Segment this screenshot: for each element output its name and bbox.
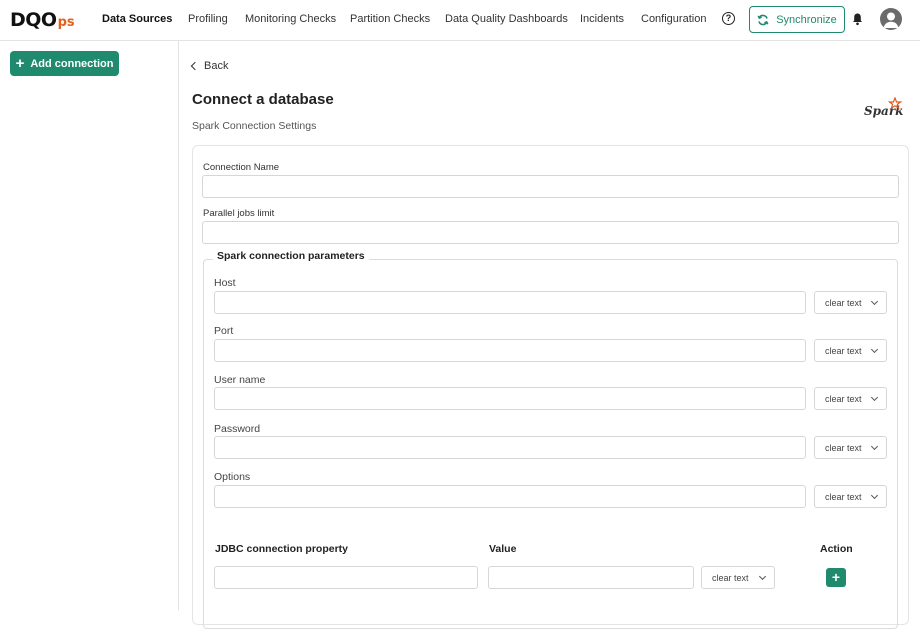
spark-logo-icon: Spark <box>864 97 903 118</box>
plus-icon: + <box>15 55 25 72</box>
port-mode-select[interactable]: clear text <box>814 339 887 362</box>
host-label: Host <box>214 277 236 289</box>
password-mode-select[interactable]: clear text <box>814 436 887 459</box>
chevron-down-icon <box>870 345 879 354</box>
add-connection-button[interactable]: + Add connection <box>10 51 119 76</box>
port-input[interactable] <box>214 339 806 362</box>
dqops-logo[interactable]: DQO ps <box>10 9 75 31</box>
sidebar: + Add connection <box>0 41 179 610</box>
chevron-down-icon <box>758 572 767 581</box>
nav-incidents[interactable]: Incidents <box>580 13 624 25</box>
connection-name-input[interactable] <box>202 175 899 198</box>
help-icon[interactable]: ? <box>722 12 735 25</box>
nav-data-sources[interactable]: Data Sources <box>102 13 172 25</box>
chevron-down-icon <box>870 442 879 451</box>
nav-data-quality-dashboards[interactable]: Data Quality Dashboards <box>445 13 568 25</box>
jdbc-property-header: JDBC connection property <box>215 543 349 555</box>
add-connection-label: Add connection <box>30 57 114 70</box>
jdbc-property-input[interactable] <box>214 566 478 589</box>
password-mode-value: clear text <box>825 442 862 453</box>
options-input[interactable] <box>214 485 806 508</box>
back-label: Back <box>204 60 229 72</box>
port-label: Port <box>214 325 234 337</box>
port-mode-value: clear text <box>825 345 862 356</box>
main-content: Back Connect a database Spark Connection… <box>180 41 920 629</box>
options-label: Options <box>214 471 251 483</box>
bell-icon[interactable] <box>852 12 863 26</box>
sync-icon <box>757 14 769 25</box>
username-label: User name <box>214 374 266 386</box>
options-mode-value: clear text <box>825 491 862 502</box>
page-subtitle: Spark Connection Settings <box>192 120 317 132</box>
jdbc-mode-value: clear text <box>712 572 749 583</box>
user-avatar[interactable] <box>880 8 902 30</box>
user-icon <box>883 12 899 28</box>
connection-name-label: Connection Name <box>203 162 280 173</box>
nav-configuration[interactable]: Configuration <box>641 13 706 25</box>
options-mode-select[interactable]: clear text <box>814 485 887 508</box>
chevron-left-icon <box>190 61 200 71</box>
logo-suffix: ps <box>57 15 75 30</box>
chevron-down-icon <box>870 491 879 500</box>
host-mode-select[interactable]: clear text <box>814 291 887 314</box>
username-input[interactable] <box>214 387 806 410</box>
add-jdbc-property-button[interactable]: + <box>826 568 846 587</box>
top-navigation-bar: DQO ps Data Sources Profiling Monitoring… <box>0 0 920 41</box>
host-input[interactable] <box>214 291 806 314</box>
synchronize-button[interactable]: Synchronize <box>749 6 845 33</box>
nav-monitoring-checks[interactable]: Monitoring Checks <box>245 13 336 25</box>
logo-text: DQO <box>10 9 57 31</box>
connection-form-card: Connection Name Parallel jobs limit Spar… <box>192 145 909 629</box>
parallel-jobs-input[interactable] <box>202 221 899 244</box>
page-title: Connect a database <box>192 91 334 108</box>
password-input[interactable] <box>214 436 806 459</box>
parallel-jobs-label: Parallel jobs limit <box>203 208 275 219</box>
nav-profiling[interactable]: Profiling <box>188 13 228 25</box>
back-link[interactable]: Back <box>190 60 229 72</box>
spark-parameters-legend: Spark connection parameters <box>213 250 369 262</box>
username-mode-value: clear text <box>825 393 862 404</box>
username-mode-select[interactable]: clear text <box>814 387 887 410</box>
jdbc-value-input[interactable] <box>488 566 694 589</box>
jdbc-value-header: Value <box>489 543 517 555</box>
chevron-down-icon <box>870 297 879 306</box>
jdbc-action-header: Action <box>820 543 853 555</box>
password-label: Password <box>214 423 261 435</box>
synchronize-label: Synchronize <box>776 13 837 26</box>
nav-partition-checks[interactable]: Partition Checks <box>350 13 430 25</box>
host-mode-value: clear text <box>825 297 862 308</box>
jdbc-mode-select[interactable]: clear text <box>701 566 775 589</box>
chevron-down-icon <box>870 393 879 402</box>
